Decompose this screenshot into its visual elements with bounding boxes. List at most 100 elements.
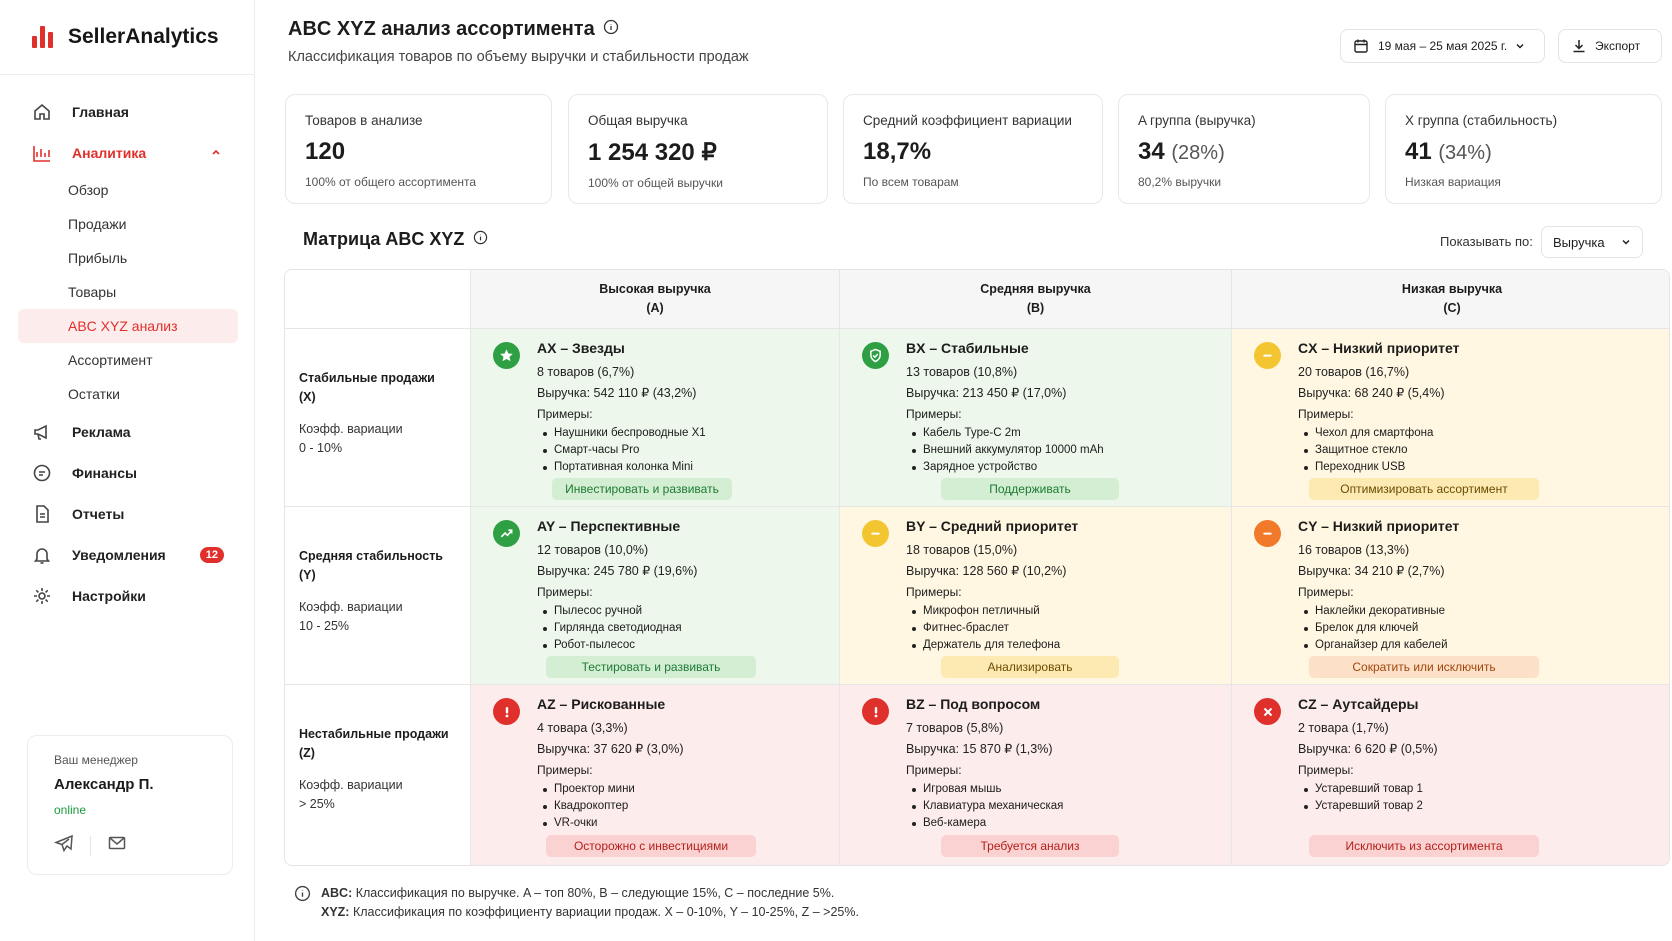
manager-label: Ваш менеджер: [54, 753, 138, 767]
sidebar: SellerAnalytics Главная Аналитика Обзор …: [0, 0, 255, 941]
app-name: SellerAnalytics: [68, 25, 219, 48]
action-badge[interactable]: Анализировать: [941, 656, 1119, 678]
logo[interactable]: SellerAnalytics: [0, 0, 254, 75]
sidebar-item-reports[interactable]: Отчеты: [0, 493, 254, 534]
sidebar-subitem-stock[interactable]: Остатки: [0, 377, 254, 411]
examples-list: Наушники беспроводные X1 Смарт-часы Pro …: [537, 425, 829, 476]
action-badge[interactable]: Осторожно с инвестициями: [546, 835, 756, 857]
examples-label: Примеры:: [906, 407, 962, 421]
minus-circle-icon: [1254, 520, 1281, 547]
column-header-b: Средняя выручка (B): [840, 270, 1232, 329]
matrix-cell-cx[interactable]: CX – Низкий приоритет 20 товаров (16,7%)…: [1232, 329, 1669, 507]
kpi-card-products: Товаров в анализе 120 100% от общего асс…: [285, 94, 552, 204]
wallet-icon: [32, 463, 52, 483]
telegram-icon[interactable]: [53, 833, 74, 858]
sidebar-item-settings[interactable]: Настройки: [0, 575, 254, 616]
examples-list: Кабель Type-C 2m Внешний аккумулятор 100…: [906, 425, 1221, 476]
cell-title: AX – Звезды: [537, 340, 625, 356]
cell-revenue: Выручка: 15 870 ₽ (1,3%): [906, 742, 1053, 756]
show-by-select[interactable]: Выручка: [1541, 226, 1643, 258]
sidebar-subitem-sales[interactable]: Продажи: [0, 207, 254, 241]
sidebar-subitem-abc-xyz[interactable]: ABC XYZ анализ: [18, 309, 238, 343]
kpi-label: A группа (выручка): [1138, 113, 1256, 128]
sidebar-item-label: Реклама: [72, 423, 131, 440]
example-item: Гирлянда светодиодная: [537, 620, 829, 637]
info-icon[interactable]: [473, 229, 488, 250]
example-item: Держатель для телефона: [906, 637, 1221, 654]
action-badge[interactable]: Инвестировать и развивать: [552, 478, 732, 500]
manager-status: online: [54, 803, 87, 817]
example-item: Пылесос ручной: [537, 603, 829, 620]
chevron-down-icon: [1621, 237, 1631, 247]
kpi-sub: 80,2% выручки: [1138, 175, 1222, 189]
date-range-picker[interactable]: 19 мая – 25 мая 2025 г.: [1340, 29, 1545, 63]
matrix-title-text: Матрица ABC XYZ: [303, 229, 465, 249]
footnote-xyz-text: Классификация по коэффициенту вариации п…: [352, 905, 859, 919]
example-item: Квадрокоптер: [537, 798, 829, 815]
example-item: Наклейки декоративные: [1298, 603, 1662, 620]
trending-up-icon: [493, 520, 520, 547]
sidebar-item-analytics[interactable]: Аналитика: [0, 132, 254, 173]
example-item: Робот-пылесос: [537, 637, 829, 654]
footnote-xyz-label: XYZ:: [321, 905, 350, 919]
action-badge[interactable]: Поддерживать: [941, 478, 1119, 500]
column-header-c: Низкая выручка (C): [1232, 270, 1669, 329]
row-header-z: Нестабильные продажи (Z) Коэфф. вариации >…: [285, 685, 471, 865]
export-button[interactable]: Экспорт: [1558, 29, 1662, 63]
nav: Главная Аналитика Обзор Продажи Прибыль …: [0, 75, 254, 616]
cell-count: 4 товара (3,3%): [537, 721, 628, 735]
alert-icon: [862, 698, 889, 725]
action-badge[interactable]: Исключить из ассортимента: [1309, 835, 1539, 857]
sidebar-subitem-overview[interactable]: Обзор: [0, 173, 254, 207]
matrix-cell-bz[interactable]: BZ – Под вопросом 7 товаров (5,8%) Выруч…: [840, 685, 1232, 865]
cell-count: 13 товаров (10,8%): [906, 365, 1018, 379]
matrix-cell-bx[interactable]: BX – Стабильные 13 товаров (10,8%) Выруч…: [840, 329, 1232, 507]
document-icon: [32, 504, 52, 524]
examples-label: Примеры:: [906, 585, 962, 599]
cell-title: BZ – Под вопросом: [906, 696, 1041, 712]
action-badge[interactable]: Тестировать и развивать: [546, 656, 756, 678]
cell-count: 20 товаров (16,7%): [1298, 365, 1410, 379]
chevron-up-icon[interactable]: [210, 145, 222, 161]
example-item: Веб-камера: [906, 815, 1221, 832]
info-icon[interactable]: [603, 18, 619, 41]
matrix-cell-ax[interactable]: AX – Звезды 8 товаров (6,7%) Выручка: 54…: [471, 329, 840, 507]
sidebar-subitem-assortment[interactable]: Ассортимент: [0, 343, 254, 377]
action-badge[interactable]: Оптимизировать ассортимент: [1309, 478, 1539, 500]
sidebar-subitem-products[interactable]: Товары: [0, 275, 254, 309]
footnote: ABC: Классификация по выручке. A – топ 8…: [294, 884, 859, 922]
matrix-cell-az[interactable]: AZ – Рискованные 4 товара (3,3%) Выручка…: [471, 685, 840, 865]
alert-icon: [493, 698, 520, 725]
example-item: Внешний аккумулятор 10000 mAh: [906, 442, 1221, 459]
matrix-cell-ay[interactable]: AY – Перспективные 12 товаров (10,0%) Вы…: [471, 507, 840, 685]
manager-name: Александр П.: [54, 776, 154, 793]
action-badge[interactable]: Сократить или исключить: [1309, 656, 1539, 678]
cell-count: 7 товаров (5,8%): [906, 721, 1004, 735]
main-content: ABC XYZ анализ ассортимента Классификаци…: [255, 0, 1672, 941]
action-badge[interactable]: Требуется анализ: [941, 835, 1119, 857]
column-header-a: Высокая выручка (A): [471, 270, 840, 329]
date-range-value: 19 мая – 25 мая 2025 г.: [1378, 39, 1508, 53]
matrix-cell-cy[interactable]: CY – Низкий приоритет 16 товаров (13,3%)…: [1232, 507, 1669, 685]
mail-icon[interactable]: [107, 833, 127, 858]
cell-count: 2 товара (1,7%): [1298, 721, 1389, 735]
kpi-sub: 100% от общего ассортимента: [305, 175, 477, 189]
sidebar-item-notifications[interactable]: Уведомления 12: [0, 534, 254, 575]
sidebar-item-finance[interactable]: Финансы: [0, 452, 254, 493]
example-item: VR-очки: [537, 815, 829, 832]
examples-label: Примеры:: [537, 763, 593, 777]
sidebar-item-home[interactable]: Главная: [0, 91, 254, 132]
sidebar-subitem-profit[interactable]: Прибыль: [0, 241, 254, 275]
chevron-down-icon: [1515, 41, 1525, 51]
show-by-label: Показывать по:: [1440, 234, 1533, 249]
example-item: Портативная колонка Mini: [537, 459, 829, 476]
matrix-cell-by[interactable]: BY – Средний приоритет 18 товаров (15,0%…: [840, 507, 1232, 685]
minus-circle-icon: [1254, 342, 1281, 369]
sidebar-item-ads[interactable]: Реклама: [0, 411, 254, 452]
cell-revenue: Выручка: 542 110 ₽ (43,2%): [537, 386, 697, 400]
example-item: Фитнес-браслет: [906, 620, 1221, 637]
cell-revenue: Выручка: 245 780 ₽ (19,6%): [537, 564, 698, 578]
footnote-abc-label: ABC:: [321, 886, 353, 900]
show-by-value: Выручка: [1553, 234, 1605, 250]
matrix-cell-cz[interactable]: CZ – Аутсайдеры 2 товара (1,7%) Выручка:…: [1232, 685, 1669, 865]
